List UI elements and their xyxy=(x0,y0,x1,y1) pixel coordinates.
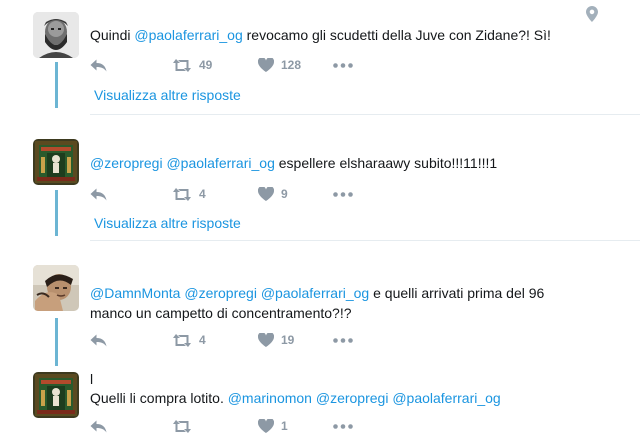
tweet-actions: 4 9 xyxy=(90,185,353,203)
tweet-body: @zeropregi @paolaferrari_og espellere el… xyxy=(90,153,620,173)
avatar[interactable] xyxy=(33,139,79,185)
like-icon xyxy=(258,187,274,201)
like-count: 9 xyxy=(281,187,288,201)
tweet-body: Quelli li compra lotito. @marinomon @zer… xyxy=(90,388,620,408)
tweet[interactable]: @DamnMonta @zeropregi @paolaferrari_og e… xyxy=(0,241,640,352)
reply-button[interactable] xyxy=(90,417,172,435)
conversation-thread: Quindi @paolaferrari_og revocamo gli scu… xyxy=(0,0,640,440)
reply-button[interactable] xyxy=(90,331,172,349)
mention-link[interactable]: @paolaferrari_og xyxy=(392,390,500,406)
like-button[interactable]: 19 xyxy=(258,331,333,349)
tweet-text-segment: Quindi xyxy=(90,27,135,43)
retweet-icon xyxy=(173,58,191,72)
retweet-button[interactable]: 4 xyxy=(172,185,258,203)
retweet-count: 49 xyxy=(199,58,213,72)
tweet-text-line: manco un campetto di concentramento?!? xyxy=(90,305,352,321)
more-icon xyxy=(333,191,353,197)
more-icon xyxy=(333,423,353,429)
avatar[interactable] xyxy=(33,12,79,58)
reply-icon xyxy=(90,59,107,71)
tweet-header: l xyxy=(90,371,94,387)
tweet-text-segment: Quelli li compra lotito. xyxy=(90,390,228,406)
like-icon xyxy=(258,333,274,347)
mention-link[interactable]: @paolaferrari_og xyxy=(261,285,369,301)
more-options-button[interactable] xyxy=(333,185,353,203)
tweet-text-segment: revocamo gli scudetti della Juve con Zid… xyxy=(242,27,551,43)
mention-link[interactable]: @DamnMonta xyxy=(90,285,180,301)
avatar[interactable] xyxy=(33,265,79,311)
tweet-text: Quelli li compra lotito. @marinomon @zer… xyxy=(90,388,620,408)
reply-button[interactable] xyxy=(90,56,172,74)
more-options-button[interactable] xyxy=(333,417,353,435)
mention-link[interactable]: @paolaferrari_og xyxy=(166,155,274,171)
tweet-body: @DamnMonta @zeropregi @paolaferrari_og e… xyxy=(90,283,620,323)
mention-link[interactable]: @paolaferrari_og xyxy=(134,27,242,43)
tweet-text-segment: e quelli arrivati prima del 96 xyxy=(369,285,545,301)
tweet[interactable]: Quindi @paolaferrari_og revocamo gli scu… xyxy=(0,0,640,110)
more-icon xyxy=(333,62,353,68)
retweet-count: 4 xyxy=(199,187,206,201)
like-button[interactable]: 128 xyxy=(258,56,333,74)
mention-link[interactable]: @zeropregi xyxy=(184,285,257,301)
show-more-replies-link[interactable]: Visualizza altre risposte xyxy=(94,215,241,231)
like-icon xyxy=(258,58,274,72)
tweet[interactable]: @zeropregi @paolaferrari_og espellere el… xyxy=(0,115,640,240)
retweet-count: 4 xyxy=(199,333,206,347)
reply-icon xyxy=(90,420,107,432)
tweet-text: Quindi @paolaferrari_og revocamo gli scu… xyxy=(90,25,620,45)
retweet-button[interactable]: 4 xyxy=(172,331,258,349)
reply-icon xyxy=(90,188,107,200)
like-button[interactable]: 1 xyxy=(258,417,333,435)
like-count: 128 xyxy=(281,58,302,72)
retweet-button[interactable]: 49 xyxy=(172,56,258,74)
tweet-actions: 4 19 xyxy=(90,331,353,349)
mention-link[interactable]: @marinomon xyxy=(228,390,312,406)
like-button[interactable]: 9 xyxy=(258,185,333,203)
more-options-button[interactable] xyxy=(333,331,353,349)
reply-button[interactable] xyxy=(90,185,172,203)
like-count: 19 xyxy=(281,333,295,347)
tweet-actions: 1 xyxy=(90,417,353,435)
show-more-replies-link[interactable]: Visualizza altre risposte xyxy=(94,87,241,103)
avatar[interactable] xyxy=(33,372,79,418)
tweet[interactable]: l Quelli li compra lotito. @marinomon @z… xyxy=(0,352,640,440)
like-icon xyxy=(258,419,274,433)
tweet-text-segment: espellere elsharaawy subito!!!11!!!1 xyxy=(274,155,498,171)
tweet-text: @zeropregi @paolaferrari_og espellere el… xyxy=(90,153,620,173)
mention-link[interactable]: @zeropregi xyxy=(90,155,163,171)
retweet-icon xyxy=(173,333,191,347)
reply-icon xyxy=(90,334,107,346)
retweet-button[interactable] xyxy=(172,417,258,435)
more-icon xyxy=(333,337,353,343)
retweet-icon xyxy=(173,187,191,201)
tweet-actions: 49 128 xyxy=(90,56,353,74)
more-options-button[interactable] xyxy=(333,56,353,74)
tweet-body: Quindi @paolaferrari_og revocamo gli scu… xyxy=(90,25,620,45)
mention-link[interactable]: @zeropregi xyxy=(316,390,389,406)
retweet-icon xyxy=(173,419,191,433)
like-count: 1 xyxy=(281,419,288,433)
tweet-text: @DamnMonta @zeropregi @paolaferrari_og e… xyxy=(90,283,620,303)
